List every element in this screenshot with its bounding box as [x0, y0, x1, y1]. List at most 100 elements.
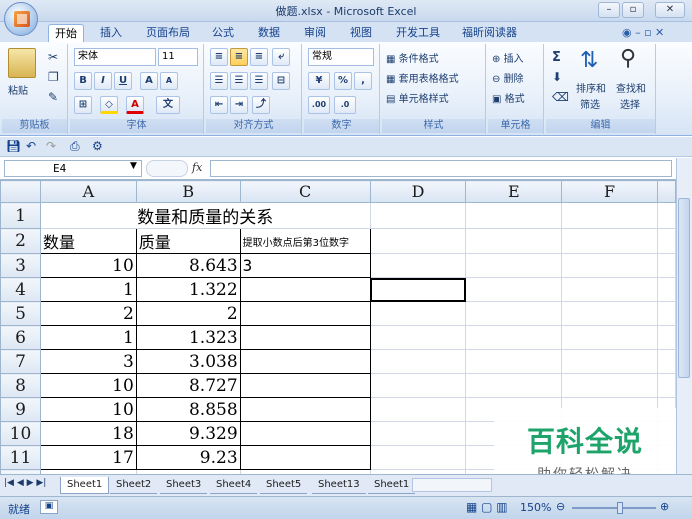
sort-filter-icon[interactable]: ⇅ [580, 48, 598, 73]
zoom-out-icon[interactable]: ⊖ [556, 500, 565, 513]
zoom-slider-thumb[interactable] [617, 502, 623, 514]
cell-a10[interactable]: 18 [39, 421, 137, 446]
insert-cells-button[interactable]: ⊕ 插入 [492, 50, 524, 65]
cell[interactable] [656, 277, 676, 302]
row-header[interactable]: 8 [0, 373, 41, 398]
cell-a2[interactable]: 数量 [39, 228, 137, 254]
row-header[interactable]: 3 [0, 253, 41, 278]
format-as-table-button[interactable]: ▦ 套用表格格式 [386, 70, 459, 85]
cell-b9[interactable]: 8.858 [135, 397, 241, 422]
cell[interactable] [465, 349, 563, 374]
cell[interactable] [369, 421, 467, 446]
insert-function-button[interactable]: fx [192, 161, 202, 174]
increase-indent-icon[interactable]: ⇥ [230, 96, 248, 114]
clear-icon[interactable]: ⌫ [552, 90, 569, 104]
cell[interactable] [561, 202, 658, 229]
column-header-b[interactable]: B [135, 180, 241, 203]
fill-icon[interactable]: ⬇ [552, 70, 562, 84]
zoom-level[interactable]: 150% [520, 501, 551, 514]
sheet-tab-13[interactable]: Sheet13 [312, 477, 366, 494]
cell[interactable] [561, 228, 658, 254]
row-header[interactable]: 11 [0, 445, 41, 470]
cell-b4[interactable]: 1.322 [135, 277, 241, 302]
redo-icon[interactable]: ↷ [46, 139, 56, 153]
cell[interactable] [656, 325, 676, 350]
cell-c6[interactable] [239, 325, 371, 350]
cell-a3[interactable]: 10 [39, 253, 137, 278]
borders-icon[interactable]: ⊞ [74, 96, 92, 114]
cell[interactable] [369, 202, 467, 229]
print-preview-icon[interactable]: ⎙ [70, 139, 80, 154]
sheet-title-cell[interactable]: 数量和质量的关系 [39, 202, 371, 229]
cell[interactable] [465, 325, 563, 350]
cell[interactable] [369, 253, 467, 278]
cell-a5[interactable]: 2 [39, 301, 137, 326]
font-size-select[interactable]: 11 [158, 48, 198, 66]
comma-button[interactable]: , [354, 72, 372, 90]
conditional-format-button[interactable]: ▦ 条件格式 [386, 50, 439, 65]
close-button[interactable]: ✕ [655, 2, 685, 18]
row-header[interactable]: 1 [0, 202, 41, 229]
align-top-icon[interactable]: ≡ [210, 48, 228, 66]
cell[interactable] [369, 445, 467, 470]
view-normal-icon[interactable]: ▦ ▢ ▥ [466, 500, 508, 514]
font-name-select[interactable]: 宋体 [74, 48, 156, 66]
sheet-tab-3[interactable]: Sheet3 [160, 477, 208, 494]
cell-a7[interactable]: 3 [39, 349, 137, 374]
name-box[interactable]: E4 [4, 160, 142, 177]
cell-b6[interactable]: 1.323 [135, 325, 241, 350]
cell[interactable] [369, 373, 467, 398]
row-header[interactable]: 10 [0, 421, 41, 446]
format-cells-button[interactable]: ▣ 格式 [492, 90, 525, 105]
orientation-icon[interactable]: ⤴ [252, 96, 270, 114]
cell-b8[interactable]: 8.727 [135, 373, 241, 398]
cell-b7[interactable]: 3.038 [135, 349, 241, 374]
cell[interactable] [656, 301, 676, 326]
font-color-button[interactable]: A [126, 96, 144, 114]
cell-a6[interactable]: 1 [39, 325, 137, 350]
row-header[interactable]: 4 [0, 277, 41, 302]
zoom-slider-track[interactable] [572, 507, 656, 509]
cell-c4[interactable] [239, 277, 371, 302]
cell[interactable] [561, 349, 658, 374]
minimize-button[interactable]: – [598, 2, 620, 18]
cell-styles-button[interactable]: ▤ 单元格样式 [386, 90, 449, 105]
cell[interactable] [656, 373, 676, 398]
align-center-icon[interactable]: ☰ [230, 72, 248, 90]
align-right-icon[interactable]: ☰ [250, 72, 268, 90]
decrease-decimal-button[interactable]: .0 [334, 96, 356, 114]
save-icon[interactable]: 💾︎ [6, 139, 21, 153]
cell[interactable] [369, 325, 467, 350]
cell-c9[interactable] [239, 397, 371, 422]
tab-formulas[interactable]: 公式 [206, 24, 240, 42]
cell-a8[interactable]: 10 [39, 373, 137, 398]
formula-input[interactable] [210, 160, 672, 177]
decrease-indent-icon[interactable]: ⇤ [210, 96, 228, 114]
cell[interactable] [656, 202, 676, 229]
paste-icon[interactable] [8, 48, 36, 78]
select-all-corner[interactable] [0, 180, 41, 203]
office-button[interactable] [4, 2, 38, 36]
cell[interactable] [561, 277, 658, 302]
cell-b3[interactable]: 8.643 [135, 253, 241, 278]
vertical-scroll-thumb[interactable] [678, 198, 690, 378]
tab-insert[interactable]: 插入 [94, 24, 128, 42]
autosum-button[interactable]: Σ [552, 50, 561, 65]
row-header[interactable]: 7 [0, 349, 41, 374]
cell[interactable] [561, 301, 658, 326]
currency-icon[interactable]: ¥ [308, 72, 330, 90]
phonetic-icon[interactable]: 文 [156, 96, 180, 114]
bold-button[interactable]: B [74, 72, 92, 90]
cell-c7[interactable] [239, 349, 371, 374]
cell[interactable] [369, 301, 467, 326]
cell[interactable] [561, 253, 658, 278]
sheet-tab-5[interactable]: Sheet5 [260, 477, 308, 494]
cell-c8[interactable] [239, 373, 371, 398]
row-header[interactable]: 6 [0, 325, 41, 350]
column-header-d[interactable]: D [369, 180, 467, 203]
cell-b5[interactable]: 2 [135, 301, 241, 326]
cell-c10[interactable] [239, 421, 371, 446]
column-header-a[interactable]: A [39, 180, 137, 203]
cell[interactable] [656, 349, 676, 374]
row-header[interactable]: 5 [0, 301, 41, 326]
